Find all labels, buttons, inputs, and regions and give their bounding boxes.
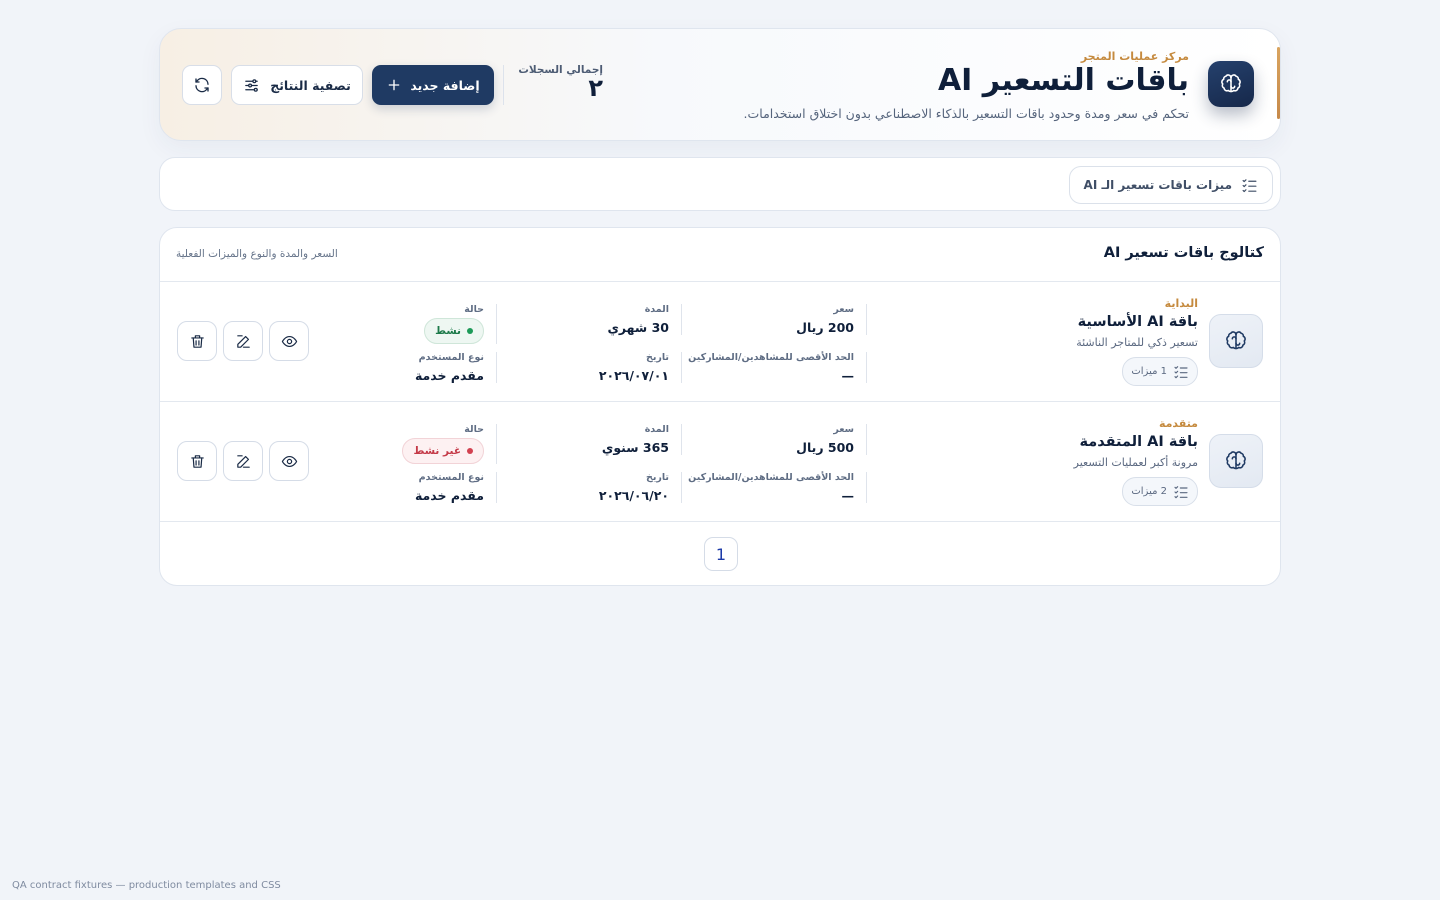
page-header: مركز عمليات المتجر باقات التسعير AI تحكم… — [159, 28, 1281, 141]
duration-cell: المدة 365 سنوي — [497, 424, 682, 455]
pencil-icon — [235, 453, 252, 470]
trash-icon — [189, 453, 206, 470]
duration-value: 365 سنوي — [601, 440, 669, 455]
duration-cell: المدة 30 شهري — [497, 304, 682, 335]
page-button-current[interactable]: 1 — [704, 537, 738, 571]
status-badge: نشط — [424, 318, 484, 344]
delete-button[interactable] — [177, 441, 217, 481]
status-cell: حالة نشط — [337, 304, 497, 344]
plan-name: باقة AI الأساسية — [1077, 314, 1198, 330]
price-cell: سعر 200 ريال — [681, 304, 867, 335]
sliders-icon — [243, 77, 260, 94]
pricing-catalog: كتالوج باقات تسعير AI السعر والمدة والنو… — [159, 227, 1281, 586]
features-count: 1 ميزات — [1131, 366, 1167, 377]
refresh-button[interactable] — [182, 65, 222, 105]
limit-value: — — [841, 488, 855, 503]
status-cell: حالة غير نشط — [337, 424, 497, 464]
user-type-cell: نوع المستخدم مقدم خدمة — [337, 472, 497, 503]
catalog-subtitle: السعر والمدة والنوع والميزات الفعلية — [176, 248, 338, 260]
add-new-label: إضافة جديد — [410, 77, 480, 93]
plan-description: مرونة أكبر لعمليات التسعير — [1073, 456, 1198, 469]
table-row: متقدمة باقة AI المتقدمة مرونة أكبر لعملي… — [160, 402, 1280, 522]
status-text: غير نشط — [413, 445, 461, 457]
plan-tier: متقدمة — [1158, 417, 1198, 430]
date-value: ٢٠٢٦/٠٧/٠١ — [598, 368, 669, 383]
status-text: نشط — [435, 325, 461, 337]
view-button[interactable] — [269, 441, 309, 481]
brain-icon — [1208, 61, 1254, 107]
edit-button[interactable] — [223, 321, 263, 361]
features-count-chip[interactable]: 1 ميزات — [1122, 357, 1198, 386]
limit-cell: الحد الأقصى للمشاهدين/المشاركين — — [681, 472, 867, 503]
header-accent-bar — [1277, 47, 1280, 119]
date-cell: تاريخ ٢٠٢٦/٠٧/٠١ — [497, 352, 682, 383]
status-label: حالة — [464, 424, 484, 435]
tab-ai-pricing-features[interactable]: ميزات باقات تسعير الـ AI — [1068, 166, 1273, 204]
table-row: البداية باقة AI الأساسية تسعير ذكي للمتا… — [160, 282, 1280, 402]
price-label: سعر — [833, 304, 854, 315]
duration-value: 30 شهري — [607, 320, 669, 335]
records-stat: إجمالي السجلات ٢ — [503, 64, 603, 102]
limit-label: الحد الأقصى للمشاهدين/المشاركين — [688, 352, 854, 363]
price-value: 200 ريال — [796, 320, 854, 335]
records-stat-value: ٢ — [588, 74, 603, 102]
refresh-icon — [193, 76, 211, 94]
footnote: QA contract fixtures — production templa… — [12, 880, 281, 891]
user-type-cell: نوع المستخدم مقدم خدمة — [337, 352, 497, 383]
limit-value: — — [841, 368, 855, 383]
tab-label: ميزات باقات تسعير الـ AI — [1083, 178, 1232, 192]
features-count-chip[interactable]: 2 ميزات — [1122, 477, 1198, 506]
user-type-label: نوع المستخدم — [418, 352, 484, 363]
page-container: مركز عمليات المتجر باقات التسعير AI تحكم… — [159, 28, 1281, 586]
date-label: تاريخ — [645, 472, 669, 483]
edit-button[interactable] — [223, 441, 263, 481]
header-eyebrow: مركز عمليات المتجر — [1080, 50, 1189, 63]
filter-results-button[interactable]: تصفية النتائج — [231, 65, 363, 105]
eye-icon — [281, 453, 298, 470]
view-button[interactable] — [269, 321, 309, 361]
limit-label: الحد الأقصى للمشاهدين/المشاركين — [688, 472, 854, 483]
price-cell: سعر 500 ريال — [681, 424, 867, 455]
trash-icon — [189, 333, 206, 350]
row-actions — [177, 441, 309, 481]
plan-name: باقة AI المتقدمة — [1079, 434, 1198, 450]
row-actions — [177, 321, 309, 361]
catalog-header: كتالوج باقات تسعير AI السعر والمدة والنو… — [160, 228, 1280, 282]
eye-icon — [281, 333, 298, 350]
checklist-icon — [1173, 364, 1189, 380]
duration-label: المدة — [644, 424, 669, 435]
status-dot — [467, 328, 473, 334]
status-dot — [467, 448, 473, 454]
checklist-icon — [1173, 484, 1189, 500]
page-subtitle: تحكم في سعر ومدة وحدود باقات التسعير بال… — [743, 106, 1189, 121]
user-type-value: مقدم خدمة — [414, 488, 484, 503]
page-title: باقات التسعير AI — [937, 63, 1189, 98]
user-type-value: مقدم خدمة — [414, 368, 484, 383]
plan-description: تسعير ذكي للمتاجر الناشئة — [1076, 336, 1198, 349]
plus-icon — [386, 77, 402, 93]
date-value: ٢٠٢٦/٠٦/٢٠ — [598, 488, 669, 503]
catalog-title: كتالوج باقات تسعير AI — [1103, 245, 1264, 261]
status-label: حالة — [464, 304, 484, 315]
user-type-label: نوع المستخدم — [418, 472, 484, 483]
date-label: تاريخ — [645, 352, 669, 363]
pencil-icon — [235, 333, 252, 350]
status-badge: غير نشط — [402, 438, 484, 464]
brain-icon — [1209, 314, 1263, 368]
add-new-button[interactable]: إضافة جديد — [372, 65, 494, 105]
price-label: سعر — [833, 424, 854, 435]
brain-icon — [1209, 434, 1263, 488]
duration-label: المدة — [644, 304, 669, 315]
date-cell: تاريخ ٢٠٢٦/٠٦/٢٠ — [497, 472, 682, 503]
features-count: 2 ميزات — [1131, 486, 1167, 497]
filter-results-label: تصفية النتائج — [270, 77, 351, 93]
delete-button[interactable] — [177, 321, 217, 361]
checklist-icon — [1241, 177, 1258, 194]
section-tabs: ميزات باقات تسعير الـ AI — [159, 157, 1281, 211]
price-value: 500 ريال — [796, 440, 854, 455]
plan-tier: البداية — [1164, 297, 1198, 310]
limit-cell: الحد الأقصى للمشاهدين/المشاركين — — [681, 352, 867, 383]
pagination: 1 — [160, 522, 1280, 585]
